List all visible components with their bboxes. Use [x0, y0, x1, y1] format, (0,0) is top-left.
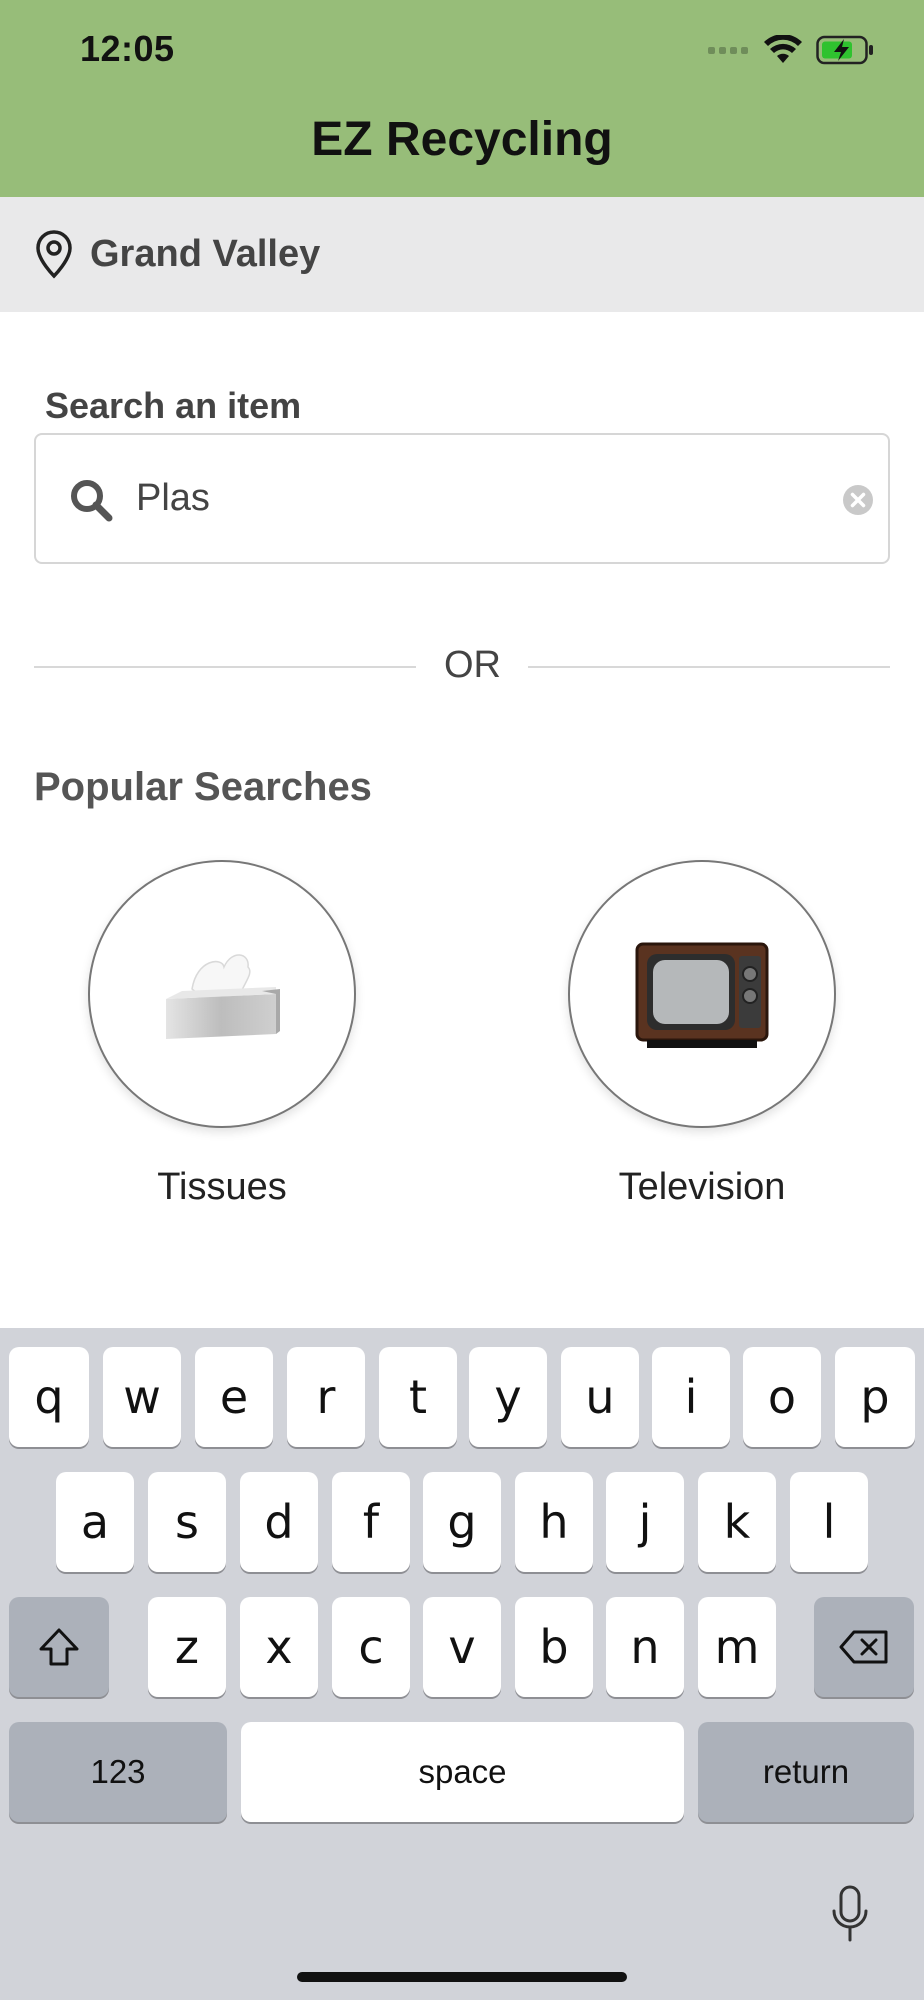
tissue-box-icon [166, 954, 280, 1039]
key-x[interactable]: x [240, 1597, 318, 1697]
space-key[interactable]: space [241, 1722, 684, 1822]
app-title: EZ Recycling [311, 113, 613, 166]
key-c[interactable]: c [332, 1597, 410, 1697]
location-pin-icon [36, 230, 72, 279]
status-time: 12:05 [80, 28, 175, 69]
location-bar[interactable]: Grand Valley [0, 197, 924, 312]
key-n[interactable]: n [606, 1597, 684, 1697]
popular-item-label: Television [618, 1166, 786, 1208]
backspace-icon [839, 1630, 888, 1664]
key-q[interactable]: q [9, 1347, 89, 1447]
search-input[interactable] [136, 477, 736, 520]
divider-line-left [34, 666, 416, 668]
numbers-key[interactable]: 123 [9, 1722, 227, 1822]
key-s[interactable]: s [148, 1472, 226, 1572]
popular-item-tissues[interactable]: Tissues [87, 860, 357, 1209]
key-t[interactable]: t [379, 1347, 457, 1447]
key-h[interactable]: h [515, 1472, 593, 1572]
clear-search-icon[interactable] [842, 484, 874, 516]
status-icons [708, 30, 874, 70]
key-m[interactable]: m [698, 1597, 776, 1697]
key-u[interactable]: u [561, 1347, 639, 1447]
key-r[interactable]: r [287, 1347, 365, 1447]
shift-icon [39, 1628, 79, 1666]
key-f[interactable]: f [332, 1472, 410, 1572]
key-p[interactable]: p [835, 1347, 915, 1447]
popular-item-circle[interactable] [568, 860, 836, 1128]
search-box[interactable] [34, 433, 890, 564]
backspace-key[interactable] [814, 1597, 914, 1697]
key-z[interactable]: z [148, 1597, 226, 1697]
return-key[interactable]: return [698, 1722, 914, 1822]
key-w[interactable]: w [103, 1347, 181, 1447]
app-header: 12:05 EZ Recycling [0, 0, 924, 197]
microphone-icon[interactable] [830, 1884, 870, 1944]
key-b[interactable]: b [515, 1597, 593, 1697]
key-i[interactable]: i [652, 1347, 730, 1447]
key-o[interactable]: o [743, 1347, 821, 1447]
location-name: Grand Valley [90, 233, 321, 275]
key-k[interactable]: k [698, 1472, 776, 1572]
popular-item-television[interactable]: Television [567, 860, 837, 1209]
key-l[interactable]: l [790, 1472, 868, 1572]
shift-key[interactable] [9, 1597, 109, 1697]
divider-line-right [528, 666, 890, 668]
battery-icon [816, 35, 873, 65]
key-a[interactable]: a [56, 1472, 134, 1572]
signal-icon [708, 47, 748, 54]
key-d[interactable]: d [240, 1472, 318, 1572]
key-j[interactable]: j [606, 1472, 684, 1572]
popular-item-circle[interactable] [88, 860, 356, 1128]
key-y[interactable]: y [469, 1347, 547, 1447]
key-g[interactable]: g [423, 1472, 501, 1572]
search-label: Search an item [45, 385, 302, 426]
search-icon [71, 480, 113, 522]
home-indicator [297, 1972, 627, 1982]
popular-searches-title: Popular Searches [34, 765, 372, 809]
key-e[interactable]: e [195, 1347, 273, 1447]
wifi-icon [764, 35, 802, 63]
popular-item-label: Tissues [157, 1166, 287, 1208]
television-icon [635, 942, 769, 1048]
or-divider-text: OR [444, 644, 501, 686]
key-v[interactable]: v [423, 1597, 501, 1697]
